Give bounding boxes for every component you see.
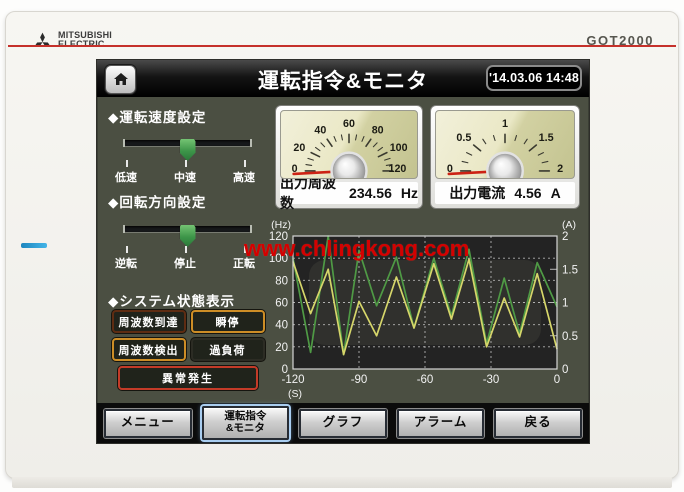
- svg-text:60: 60: [343, 118, 355, 130]
- svg-text:1.5: 1.5: [562, 264, 578, 276]
- nav-button-label: グラフ: [323, 416, 364, 430]
- svg-text:0: 0: [554, 374, 560, 386]
- status-heading: ◆システム状態表示: [108, 290, 235, 310]
- nav-button-menu[interactable]: メニュー: [104, 409, 192, 438]
- svg-text:0.5: 0.5: [562, 331, 578, 343]
- clock-display: '14.03.06 14:48: [486, 65, 582, 91]
- svg-text:20: 20: [275, 342, 288, 354]
- svg-text:-120: -120: [281, 374, 304, 386]
- svg-text:(Hz): (Hz): [271, 219, 291, 231]
- gauge-value: 234.56: [349, 185, 392, 201]
- slider-tick-label: 高速: [222, 169, 266, 185]
- status-lamp-momentary-stop[interactable]: 瞬停: [191, 310, 265, 333]
- frequency-gauge-panel: 020406080100120 出力周波数 234.56 Hz: [275, 105, 423, 209]
- speed-heading: ◆運転速度設定: [108, 106, 206, 126]
- slider-tick: [244, 160, 246, 167]
- slider-tick-label: 低速: [104, 169, 148, 185]
- model-badge: GOT2000: [586, 33, 654, 48]
- gauge-dial-canvas: 00.511.52: [436, 111, 574, 178]
- slider-tick-label: 停止: [163, 255, 207, 271]
- current-gauge-panel: 00.511.52 出力電流 4.56 A: [430, 105, 580, 209]
- svg-text:80: 80: [372, 124, 384, 136]
- svg-text:-90: -90: [351, 374, 368, 386]
- svg-text:80: 80: [275, 275, 288, 287]
- status-lamp-grid: 周波数到達 瞬停 周波数検出 過負荷 異常発生: [110, 310, 266, 390]
- svg-text:60: 60: [275, 298, 288, 310]
- slider-tick-label: 中速: [163, 169, 207, 185]
- nav-button-label: アラーム: [414, 416, 468, 430]
- gauge-unit: A: [551, 185, 561, 201]
- svg-text:120: 120: [389, 163, 407, 175]
- svg-text:40: 40: [314, 124, 326, 136]
- slider-tick: [126, 246, 128, 253]
- device-frame: MITSUBISHI ELECTRIC GOT2000 運転指令&モニタ '14…: [5, 11, 679, 479]
- hmi-screen: 運転指令&モニタ '14.03.06 14:48 ◆運転速度設定 低速 中速 高…: [96, 59, 590, 444]
- watermark: www.chlingkong.com: [244, 236, 469, 262]
- nav-button-alarm[interactable]: アラーム: [397, 409, 485, 438]
- svg-text:1: 1: [502, 118, 508, 130]
- svg-text:-30: -30: [483, 374, 500, 386]
- svg-text:20: 20: [293, 142, 305, 154]
- device-base-edge: [12, 477, 672, 488]
- svg-text:1.5: 1.5: [539, 132, 554, 144]
- direction-slider-handle[interactable]: [180, 225, 196, 247]
- speed-slider-handle[interactable]: [180, 139, 196, 161]
- gauge-dial-canvas: 020406080100120: [281, 111, 417, 178]
- svg-text:(A): (A): [562, 219, 576, 231]
- svg-text:(S): (S): [288, 388, 302, 400]
- svg-text:0.5: 0.5: [456, 132, 471, 144]
- frequency-gauge-readout: 出力周波数 234.56 Hz: [280, 182, 418, 204]
- titlebar: 運転指令&モニタ '14.03.06 14:48: [97, 60, 589, 97]
- direction-slider: 逆転 停止 正転: [123, 221, 252, 267]
- brand-text: MITSUBISHI ELECTRIC: [58, 31, 112, 50]
- status-lamp-freq-reached[interactable]: 周波数到達: [112, 310, 186, 333]
- current-gauge-readout: 出力電流 4.56 A: [435, 182, 575, 204]
- slider-tick: [185, 246, 187, 253]
- current-gauge-dial: 00.511.52: [435, 110, 575, 179]
- nav-button-back[interactable]: 戻る: [494, 409, 582, 438]
- gauge-title: 出力電流: [449, 183, 505, 203]
- nav-button-label: メニュー: [121, 416, 175, 430]
- slider-tick: [126, 160, 128, 167]
- svg-text:40: 40: [275, 320, 288, 332]
- direction-heading: ◆回転方向設定: [108, 191, 206, 211]
- svg-text:100: 100: [390, 142, 408, 154]
- gauge-unit: Hz: [401, 185, 418, 201]
- nav-button-label2: &モニタ: [226, 423, 265, 435]
- svg-text:1: 1: [562, 298, 568, 310]
- slider-tick-label: 逆転: [104, 255, 148, 271]
- accent-line: [8, 45, 676, 47]
- nav-button-label: 戻る: [525, 416, 552, 430]
- gauge-title: 出力周波数: [280, 173, 340, 213]
- status-lamp-freq-detected[interactable]: 周波数検出: [112, 338, 186, 361]
- slider-tick: [185, 160, 187, 167]
- photo-background: MITSUBISHI ELECTRIC GOT2000 運転指令&モニタ '14…: [0, 0, 684, 492]
- gauge-value: 4.56: [514, 185, 541, 201]
- nav-bar: メニュー 運転指令 &モニタ グラフ アラーム 戻る: [97, 403, 589, 443]
- svg-text:2: 2: [557, 163, 563, 175]
- status-lamp-error[interactable]: 異常発生: [118, 366, 258, 390]
- speed-slider: 低速 中速 高速: [123, 135, 252, 181]
- svg-text:-60: -60: [417, 374, 434, 386]
- nav-button-graph[interactable]: グラフ: [299, 409, 387, 438]
- speed-slider-track[interactable]: [123, 140, 252, 146]
- direction-slider-track[interactable]: [123, 226, 252, 232]
- status-lamp-overload[interactable]: 過負荷: [191, 338, 265, 361]
- nav-button-operation-monitor[interactable]: 運転指令 &モニタ: [202, 406, 290, 440]
- frequency-gauge-dial: 020406080100120: [280, 110, 418, 179]
- svg-text:2: 2: [562, 231, 568, 243]
- brand-logo: MITSUBISHI ELECTRIC: [32, 31, 112, 50]
- svg-text:0: 0: [562, 364, 568, 376]
- power-led: [21, 243, 47, 248]
